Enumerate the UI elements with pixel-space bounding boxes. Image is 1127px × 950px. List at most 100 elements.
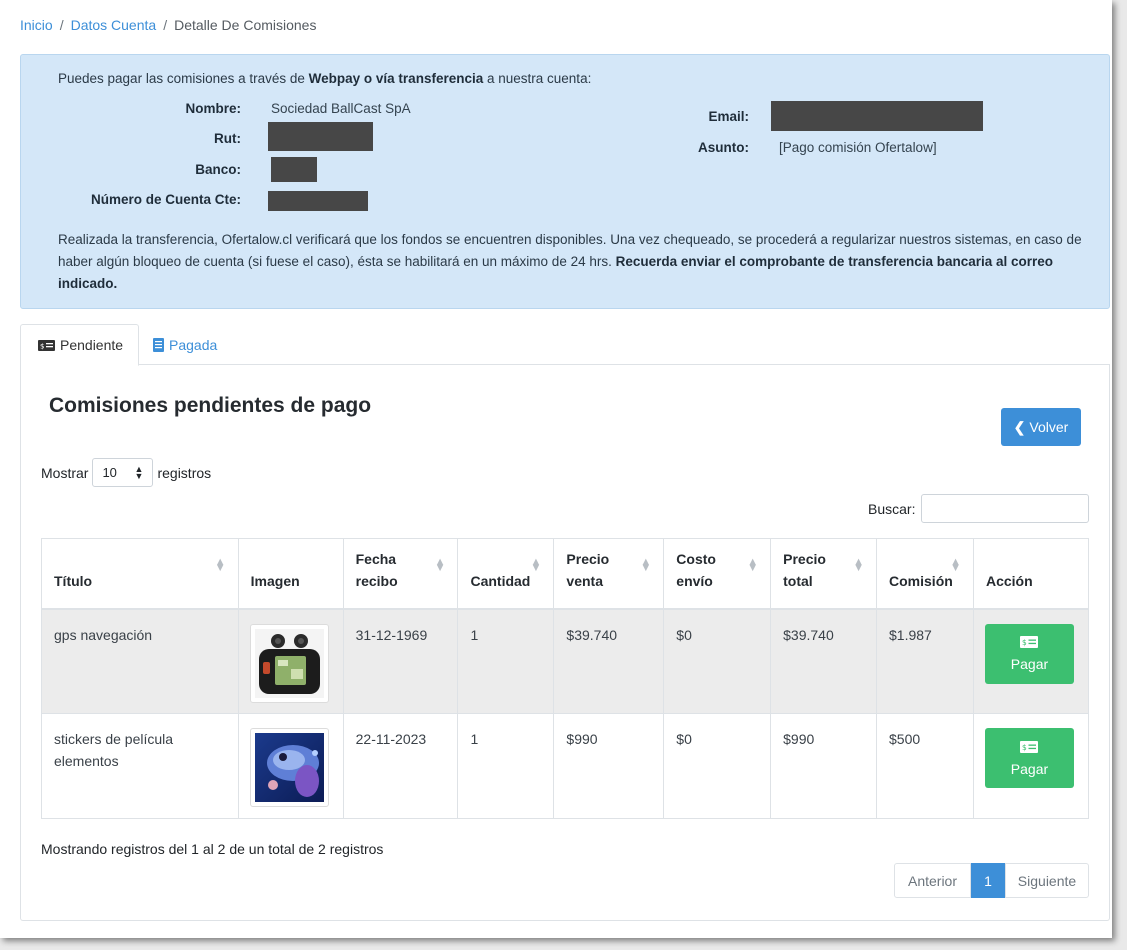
- col-precio-venta-label-1: Precio: [566, 550, 610, 567]
- svg-text:$: $: [1022, 743, 1027, 752]
- transfer-note: Realizada la transferencia, Ofertalow.cl…: [58, 229, 1083, 295]
- pay-button[interactable]: $ Pagar: [984, 728, 1074, 788]
- cell-cantidad: 1: [457, 608, 555, 714]
- chevron-left-icon: ❮: [1013, 418, 1026, 435]
- cuenta-redacted: [268, 191, 368, 211]
- breadcrumb: Inicio / Datos Cuenta / Detalle De Comis…: [20, 17, 316, 33]
- col-precio-total-label-2: total: [783, 572, 813, 589]
- cell-imagen: [237, 608, 344, 714]
- cell-titulo: stickers de película elementos: [41, 713, 239, 819]
- pagination: Anterior 1 Siguiente: [894, 863, 1089, 898]
- col-costo-envio-label-1: Costo: [676, 550, 716, 567]
- money-bill-icon: $: [1020, 740, 1039, 756]
- col-cantidad-label: Cantidad: [470, 572, 531, 589]
- col-imagen-label: Imagen: [250, 572, 300, 589]
- sort-icon: ▲ ▼: [530, 556, 542, 574]
- pagination-page-1[interactable]: 1: [971, 863, 1005, 898]
- pending-panel: Comisiones pendientes de pago ❮ Volver M…: [20, 364, 1110, 921]
- search-control: Buscar:: [868, 494, 1090, 523]
- col-fecha-label-2: recibo: [355, 572, 398, 589]
- col-precio-total[interactable]: Precio total ▲ ▼: [770, 538, 878, 610]
- breadcrumb-home-link[interactable]: Inicio: [20, 17, 53, 33]
- receipt-icon: [153, 337, 164, 352]
- tab-pendiente[interactable]: $ Pendiente: [20, 324, 139, 366]
- product-thumbnail[interactable]: [249, 623, 329, 703]
- show-label: Mostrar: [41, 464, 89, 481]
- col-accion-label: Acción: [985, 572, 1033, 589]
- table-row: stickers de película elementos 22-11-202…: [41, 713, 1090, 819]
- col-precio-venta-label-2: venta: [566, 572, 603, 589]
- col-cantidad[interactable]: Cantidad ▲ ▼: [457, 538, 555, 610]
- cuenta-label: Número de Cuenta Cte:: [90, 192, 241, 207]
- breadcrumb-separator: /: [59, 17, 64, 33]
- col-comision-label: Comisión: [889, 572, 953, 589]
- back-button-label: Volver: [1029, 419, 1069, 435]
- tab-pagada-label: Pagada: [169, 336, 218, 353]
- cell-comision: $500: [876, 713, 974, 819]
- cell-comision: $1.987: [876, 608, 974, 714]
- cell-costo-envio: $0: [663, 608, 772, 714]
- intro-text: Puedes pagar las comisiones a través de: [58, 71, 305, 86]
- col-fecha[interactable]: Fecha recibo ▲ ▼: [342, 538, 459, 610]
- nombre-value: Sociedad BallCast SpA: [271, 101, 411, 116]
- sort-arrows-icon: ▲ ▼: [134, 463, 144, 481]
- sort-icon: ▲ ▼: [853, 556, 865, 574]
- col-precio-venta[interactable]: Precio venta ▲ ▼: [553, 538, 665, 610]
- rut-redacted: [268, 122, 373, 151]
- gps-device-image: [254, 628, 324, 698]
- asunto-value: [Pago comisión Ofertalow]: [779, 140, 937, 155]
- money-bill-icon: $: [1020, 635, 1039, 651]
- search-label: Buscar:: [868, 500, 916, 517]
- col-costo-envio[interactable]: Costo envío ▲ ▼: [663, 538, 772, 610]
- search-input[interactable]: [921, 494, 1090, 523]
- page-title: Comisiones pendientes de pago: [49, 394, 372, 417]
- breadcrumb-account-link[interactable]: Datos Cuenta: [71, 17, 157, 33]
- cell-precio-total: $990: [770, 713, 878, 819]
- cell-imagen: [237, 713, 344, 819]
- product-thumbnail[interactable]: [249, 728, 329, 807]
- sort-icon: ▲ ▼: [214, 556, 226, 574]
- pay-button-label: Pagar: [1010, 656, 1049, 672]
- page-size-select[interactable]: 10 ▲ ▼: [92, 458, 154, 487]
- banco-label: Banco:: [195, 162, 241, 177]
- sort-icon: ▲ ▼: [950, 556, 961, 574]
- tabs: $ Pendiente Pagada: [20, 324, 1110, 366]
- col-fecha-label-1: Fecha: [355, 550, 397, 567]
- pagination-prev-button[interactable]: Anterior: [894, 863, 971, 898]
- payment-intro: Puedes pagar las comisiones a través de …: [58, 71, 591, 86]
- tab-pagada[interactable]: Pagada: [153, 324, 217, 365]
- col-imagen: Imagen: [237, 538, 344, 610]
- pagination-next-button[interactable]: Siguiente: [1005, 863, 1089, 898]
- email-redacted: [771, 101, 983, 131]
- svg-text:$: $: [1022, 638, 1027, 647]
- back-button[interactable]: ❮ Volver: [1001, 408, 1081, 446]
- col-costo-envio-label-2: envío: [676, 572, 713, 589]
- col-accion: Acción: [972, 538, 1090, 610]
- intro-text-end: a nuestra cuenta:: [487, 71, 592, 86]
- table-header-row: Título ▲ ▼ Imagen Fecha recibo ▲ ▼ Cantidad ▲ ▼…: [41, 538, 1090, 610]
- payment-info-box: Puedes pagar las comisiones a través de …: [20, 54, 1110, 309]
- pay-button-label: Pagar: [1010, 760, 1049, 777]
- breadcrumb-current: Detalle De Comisiones: [174, 17, 317, 33]
- banco-redacted: [271, 157, 317, 182]
- money-bill-icon: $: [38, 339, 55, 351]
- email-label: Email:: [708, 109, 749, 124]
- col-titulo-label: Título: [54, 572, 93, 589]
- cell-fecha: 31-12-1969: [342, 608, 459, 714]
- cell-precio-total: $39.740: [770, 608, 878, 714]
- col-titulo[interactable]: Título ▲ ▼: [41, 538, 239, 610]
- commissions-table: Título ▲ ▼ Imagen Fecha recibo ▲ ▼ Cantidad ▲ ▼…: [41, 538, 1090, 819]
- tab-pendiente-label: Pendiente: [60, 337, 124, 353]
- sort-icon: ▲ ▼: [434, 556, 446, 574]
- intro-bold: Webpay o vía transferencia: [308, 71, 484, 86]
- col-comision[interactable]: Comisión ▲ ▼: [876, 538, 974, 610]
- table-summary: Mostrando registros del 1 al 2 de un tot…: [41, 841, 384, 857]
- sort-icon: ▲ ▼: [747, 556, 759, 574]
- sticker-image: [254, 733, 324, 802]
- cell-precio-venta: $39.740: [553, 608, 665, 714]
- nombre-label: Nombre:: [185, 101, 241, 116]
- pay-button[interactable]: $ Pagar: [984, 623, 1074, 684]
- col-precio-total-label-1: Precio: [783, 550, 826, 567]
- cell-cantidad: 1: [457, 713, 555, 819]
- table-row: gps navegación 31-12-1969 1 $39.740 $0 $…: [41, 608, 1090, 714]
